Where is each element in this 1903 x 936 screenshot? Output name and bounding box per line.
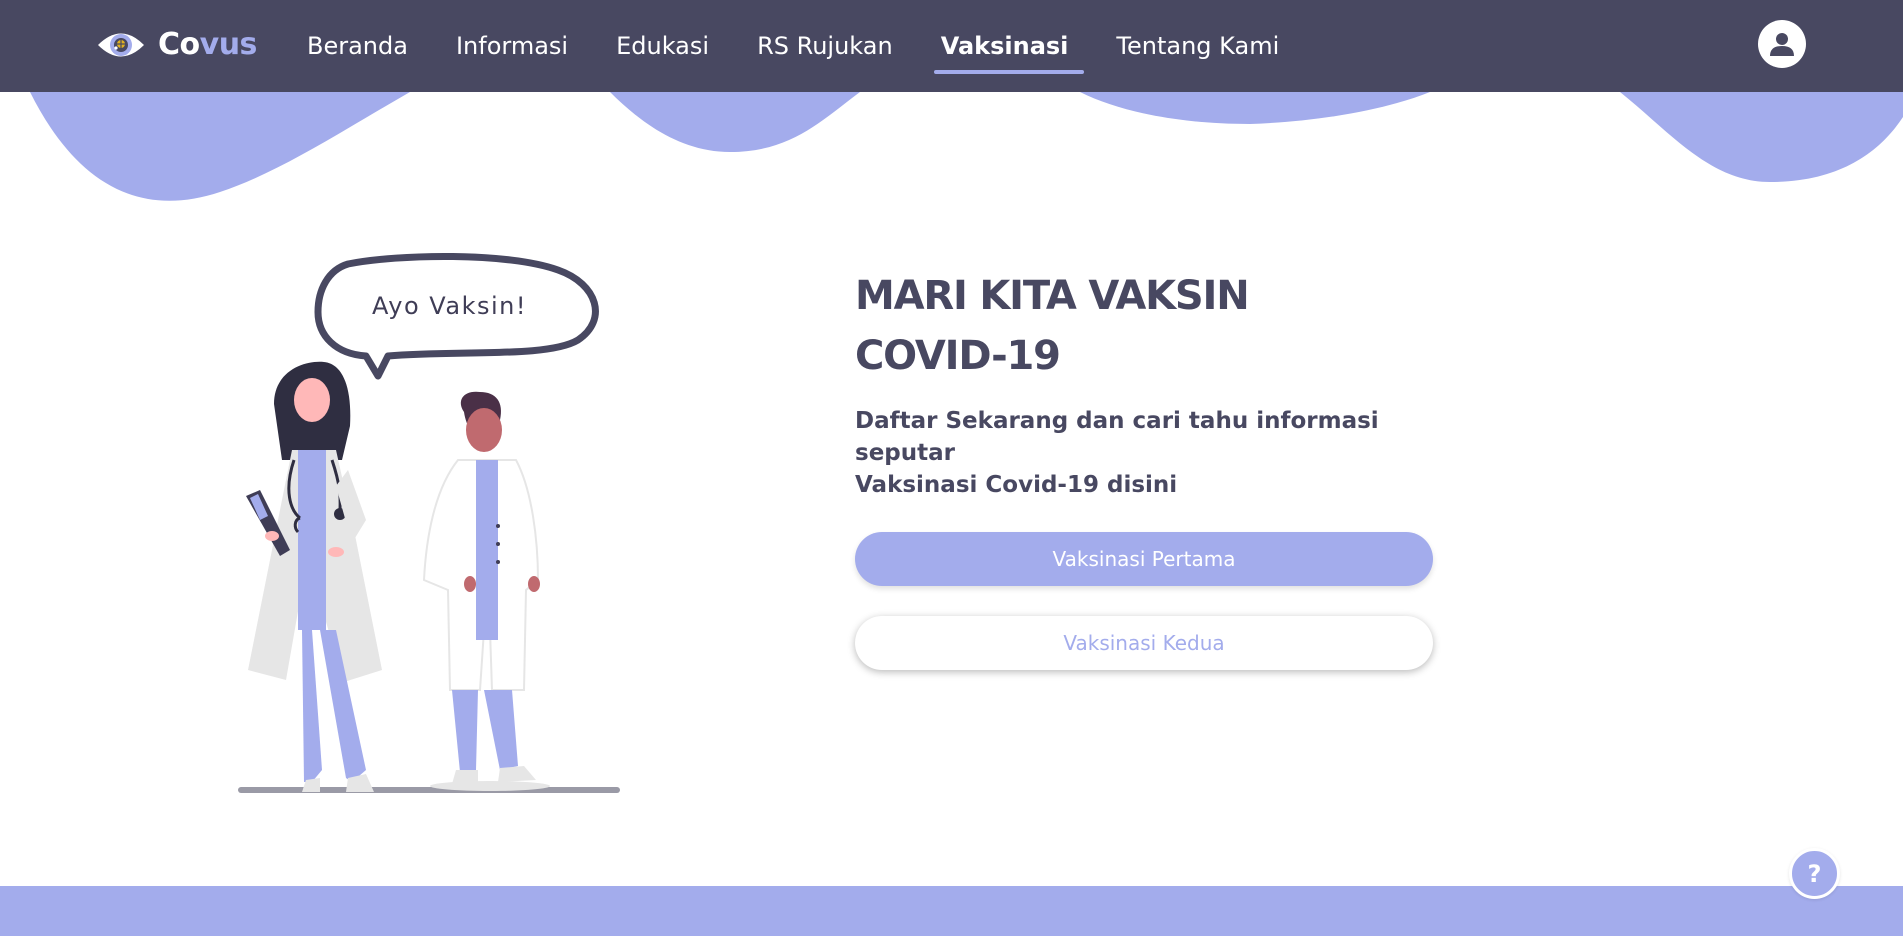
page-subtitle-line2: Vaksinasi Covid-19 disini <box>855 472 1178 498</box>
help-icon: ? <box>1807 859 1822 888</box>
brand[interactable]: Covus <box>96 22 257 68</box>
nav-item-vaksinasi[interactable]: Vaksinasi <box>933 32 1085 74</box>
footer-band <box>0 886 1903 936</box>
doctors-illustration: Ayo Vaksin! <box>228 250 628 800</box>
page-title-line2: COVID-19 <box>855 333 1061 379</box>
eye-virus-logo-icon <box>98 33 144 57</box>
second-vaccination-button[interactable]: Vaksinasi Kedua <box>855 616 1433 670</box>
brand-name: Covus <box>158 30 257 60</box>
nav-item-beranda[interactable]: Beranda <box>307 32 408 60</box>
first-vaccination-button[interactable]: Vaksinasi Pertama <box>855 532 1433 586</box>
speech-bubble-text: Ayo Vaksin! <box>372 292 527 320</box>
female-doctor <box>246 361 382 792</box>
main-nav: Beranda Informasi Edukasi RS Rujukan Vak… <box>307 0 1327 92</box>
nav-item-informasi[interactable]: Informasi <box>456 32 568 60</box>
decorative-waves <box>30 92 1903 201</box>
nav-item-tentang-kami[interactable]: Tentang Kami <box>1116 32 1279 60</box>
top-navbar: Covus Beranda Informasi Edukasi RS Rujuk… <box>0 0 1903 92</box>
page-title-line1: MARI KITA VAKSIN <box>855 273 1250 319</box>
brand-name-part2: vus <box>199 27 258 62</box>
nav-item-rs-rujukan[interactable]: RS Rujukan <box>757 32 893 60</box>
male-doctor <box>422 391 550 791</box>
page-subtitle-line1: Daftar Sekarang dan cari tahu informasi … <box>855 408 1379 466</box>
brand-name-part1: Co <box>158 27 200 62</box>
doctors-illustration-graphic <box>238 252 620 793</box>
floor-line <box>238 787 620 793</box>
profile-button[interactable] <box>1758 20 1806 68</box>
help-button[interactable]: ? <box>1789 848 1840 899</box>
nav-item-edukasi[interactable]: Edukasi <box>616 32 709 60</box>
page-subtitle: Daftar Sekarang dan cari tahu informasi … <box>855 405 1455 501</box>
page-title: MARI KITA VAKSIN COVID-19 <box>855 266 1415 386</box>
user-icon <box>1770 33 1794 56</box>
